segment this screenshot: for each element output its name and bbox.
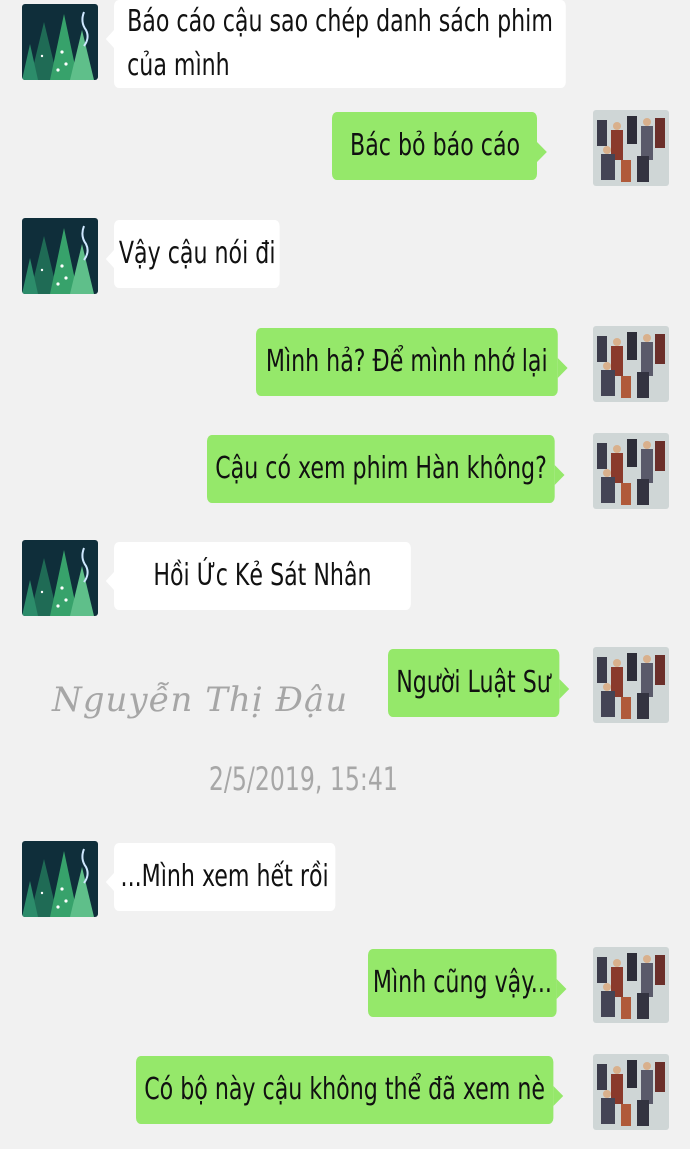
message-bubble[interactable]: ...Mình xem hết rồi [105, 843, 336, 911]
crowd-avatar-icon[interactable] [593, 647, 669, 723]
message-text: Bác bỏ báo cáo [350, 128, 521, 163]
message-bubble[interactable]: Cậu có xem phim Hàn không? [207, 435, 566, 503]
forest-avatar-icon[interactable] [22, 841, 98, 917]
message-row-received: Vậy cậu nói đi [0, 218, 690, 298]
message-row-sent: Bác bỏ báo cáo [0, 110, 690, 190]
message-text: của mình [127, 48, 230, 83]
message-row-received: Hồi Ức Kẻ Sát Nhân [0, 540, 690, 620]
message-text: Có bộ này cậu không thể đã xem nè [144, 1072, 546, 1107]
message-text: Cậu có xem phim Hàn không? [215, 451, 547, 486]
crowd-avatar-icon[interactable] [593, 1054, 669, 1130]
message-text: Hồi Ức Kẻ Sát Nhân [153, 558, 372, 593]
timestamp: 2/5/2019, 15:41 [208, 760, 398, 798]
message-text: Người Luật Sư [396, 665, 551, 700]
message-bubble[interactable]: Mình hả? Để mình nhớ lại [256, 328, 568, 396]
message-row-sent: Mình hả? Để mình nhớ lại [0, 326, 690, 406]
message-bubble[interactable]: Bác bỏ báo cáo [332, 112, 547, 180]
message-row-sent: Mình cũng vậy... [0, 947, 690, 1027]
crowd-avatar-icon[interactable] [593, 433, 669, 509]
message-bubble[interactable]: Mình cũng vậy... [368, 949, 567, 1017]
message-bubble[interactable]: Báo cáo cậu sao chép danh sách phim của … [105, 0, 566, 88]
message-text: Mình hả? Để mình nhớ lại [265, 344, 548, 379]
watermark-signature: Nguyễn Thị Đậu [52, 680, 349, 720]
message-row-sent: Có bộ này cậu không thể đã xem nè [0, 1054, 690, 1134]
message-row-received: ...Mình xem hết rồi [0, 841, 690, 921]
message-text: Báo cáo cậu sao chép danh sách phim [127, 4, 553, 39]
crowd-avatar-icon[interactable] [593, 326, 669, 402]
crowd-avatar-icon[interactable] [593, 110, 669, 186]
forest-avatar-icon[interactable] [22, 4, 98, 80]
message-bubble[interactable]: Hồi Ức Kẻ Sát Nhân [105, 542, 411, 610]
message-text: Vậy cậu nói đi [118, 236, 276, 271]
forest-avatar-icon[interactable] [22, 540, 98, 616]
message-text: Mình cũng vậy... [372, 965, 552, 1000]
message-row-received: Báo cáo cậu sao chép danh sách phim của … [0, 0, 690, 88]
message-bubble[interactable]: Có bộ này cậu không thể đã xem nè [136, 1056, 563, 1124]
crowd-avatar-icon[interactable] [593, 947, 669, 1023]
message-bubble[interactable]: Vậy cậu nói đi [105, 220, 280, 288]
message-text: ...Mình xem hết rồi [120, 859, 329, 894]
message-row-sent: Cậu có xem phim Hàn không? [0, 433, 690, 513]
forest-avatar-icon[interactable] [22, 218, 98, 294]
message-bubble[interactable]: Người Luật Sư [388, 649, 569, 717]
